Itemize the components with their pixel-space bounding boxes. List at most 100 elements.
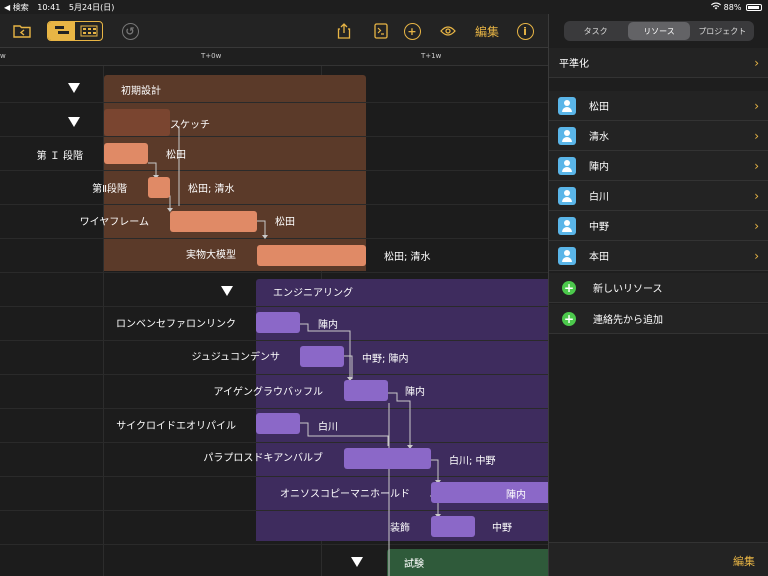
task-resource: 松田; 清水 (384, 252, 431, 263)
task-bar[interactable] (104, 143, 148, 164)
panel-bottom-bar: 編集 (549, 542, 768, 576)
task-resource: 白川; 中野 (449, 456, 496, 467)
tab-tasks[interactable]: タスク (565, 22, 626, 40)
share-icon (337, 23, 351, 39)
status-bar: ◀ 検索 10:41 5月24日(日) 88% (0, 0, 768, 14)
undo-icon: ↺ (121, 22, 139, 40)
resource-row-shimizu[interactable]: 清水 › (549, 121, 768, 151)
chevron-right-icon: › (754, 248, 759, 263)
task-resource: 陣内 (506, 490, 526, 501)
inspector-panel: タスク リソース プロジェクト 平準化 › 松田 › 清水 › 陣内 › 白川 … (548, 14, 768, 576)
chevron-right-icon: › (754, 188, 759, 203)
group-sketch-label[interactable]: スケッチ (170, 116, 210, 131)
add-from-contacts-label: 連絡先から追加 (593, 315, 663, 326)
task-bar[interactable] (256, 413, 300, 434)
task-bar[interactable] (431, 516, 475, 537)
task-bar[interactable] (257, 245, 366, 266)
inspector-tabs[interactable]: タスク リソース プロジェクト (564, 21, 754, 41)
collapse-engineering-icon[interactable] (221, 286, 233, 296)
task-bar[interactable] (256, 312, 300, 333)
group-design-label[interactable]: 初期設計 (121, 82, 161, 97)
task-resource: 陣内 (405, 387, 425, 398)
new-resource-label: 新しいリソース (593, 284, 663, 295)
task-bar[interactable] (300, 346, 344, 367)
task-resource: 白川 (318, 422, 338, 433)
resource-row-jinnai[interactable]: 陣内 › (549, 151, 768, 181)
leveling-row[interactable]: 平準化 › (549, 48, 768, 78)
new-resource-row[interactable]: + 新しいリソース (549, 273, 768, 303)
person-icon (558, 96, 576, 115)
resource-name: 陣内 (589, 162, 609, 173)
chevron-right-icon: › (754, 158, 759, 173)
add-circle-icon: + (562, 311, 576, 326)
task-bar[interactable] (344, 380, 388, 401)
resource-name: 本田 (589, 252, 609, 263)
person-icon (558, 216, 576, 235)
resource-name: 清水 (589, 132, 609, 143)
collapse-design-icon[interactable] (68, 83, 80, 93)
view-options-button[interactable] (437, 14, 459, 48)
person-icon (558, 126, 576, 145)
battery-icon (746, 4, 762, 11)
timeline-tick: T+0w (201, 52, 222, 60)
share-button[interactable] (333, 14, 355, 48)
battery-percent: 88% (723, 3, 742, 12)
group-test-label[interactable]: 試験 (404, 555, 424, 570)
add-button[interactable]: + (401, 14, 423, 48)
task-label[interactable]: 第 Ｉ 段階 (37, 147, 83, 162)
sketch-group-bar[interactable] (104, 109, 170, 136)
timeline-header: w T+0w T+1w (0, 48, 548, 66)
timeline-tick: T+1w (421, 52, 442, 60)
app-root: ◀ 検索 10:41 5月24日(日) 88% ↺ + 編集 i w T+0w … (0, 0, 768, 576)
task-resource: 松田 (166, 150, 186, 161)
task-label[interactable]: 実物大模型 (186, 246, 236, 261)
add-icon: + (403, 22, 421, 40)
task-bar[interactable] (344, 448, 431, 469)
task-label[interactable]: ロンベンセファロンリンク (116, 315, 236, 330)
task-label[interactable]: ジュジュコンデンサ (191, 348, 280, 363)
back-to-search[interactable]: ◀ 検索 (4, 3, 29, 12)
grid-view-icon[interactable] (75, 22, 102, 40)
add-from-contacts-row[interactable]: + 連絡先から追加 (549, 304, 768, 334)
chevron-right-icon: › (754, 98, 759, 113)
tab-resources[interactable]: リソース (628, 22, 690, 40)
wifi-icon (711, 2, 724, 12)
script-button[interactable] (370, 14, 392, 48)
documents-button[interactable] (10, 14, 34, 48)
task-bar[interactable] (170, 211, 257, 232)
outline-view-icon[interactable] (48, 22, 75, 40)
tab-project[interactable]: プロジェクト (692, 22, 753, 40)
task-label[interactable]: 第Ⅱ段階 (92, 180, 127, 195)
folder-back-icon (13, 25, 31, 38)
status-date: 5月24日(日) (68, 3, 115, 12)
task-label[interactable]: アイゲングラウバッフル (214, 383, 324, 398)
person-icon (558, 246, 576, 265)
resource-row-nakano[interactable]: 中野 › (549, 211, 768, 241)
task-label[interactable]: 装飾 (390, 519, 410, 534)
eye-icon (440, 26, 456, 36)
view-mode-segment[interactable] (47, 21, 103, 41)
task-resource: 松田; 清水 (188, 184, 235, 195)
task-label[interactable]: オニソスコピーマニホールド (280, 485, 410, 500)
group-engineering-label[interactable]: エンジニアリング (273, 284, 353, 299)
task-label[interactable]: サイクロイドエオリパイル (116, 417, 236, 432)
resource-row-matsuda[interactable]: 松田 › (549, 91, 768, 121)
collapse-test-icon[interactable] (351, 557, 363, 567)
task-resource: 松田 (275, 217, 295, 228)
task-resource: 中野; 陣内 (362, 354, 409, 365)
info-icon: i (516, 22, 534, 40)
person-icon (558, 156, 576, 175)
task-label[interactable]: ワイヤフレーム (80, 213, 149, 228)
edit-button[interactable]: 編集 (472, 14, 502, 48)
task-bar[interactable] (431, 482, 548, 503)
resource-name: 中野 (589, 222, 609, 233)
resource-row-shirakawa[interactable]: 白川 › (549, 181, 768, 211)
task-bar[interactable] (148, 177, 170, 198)
resource-row-honda[interactable]: 本田 › (549, 241, 768, 271)
collapse-sketch-icon[interactable] (68, 117, 80, 127)
undo-button[interactable]: ↺ (118, 14, 142, 48)
task-label[interactable]: パラプロスドキアンバルブ (203, 449, 323, 464)
timeline-tick: w (0, 52, 6, 60)
panel-edit-button[interactable]: 編集 (733, 553, 755, 569)
info-button[interactable]: i (514, 14, 536, 48)
